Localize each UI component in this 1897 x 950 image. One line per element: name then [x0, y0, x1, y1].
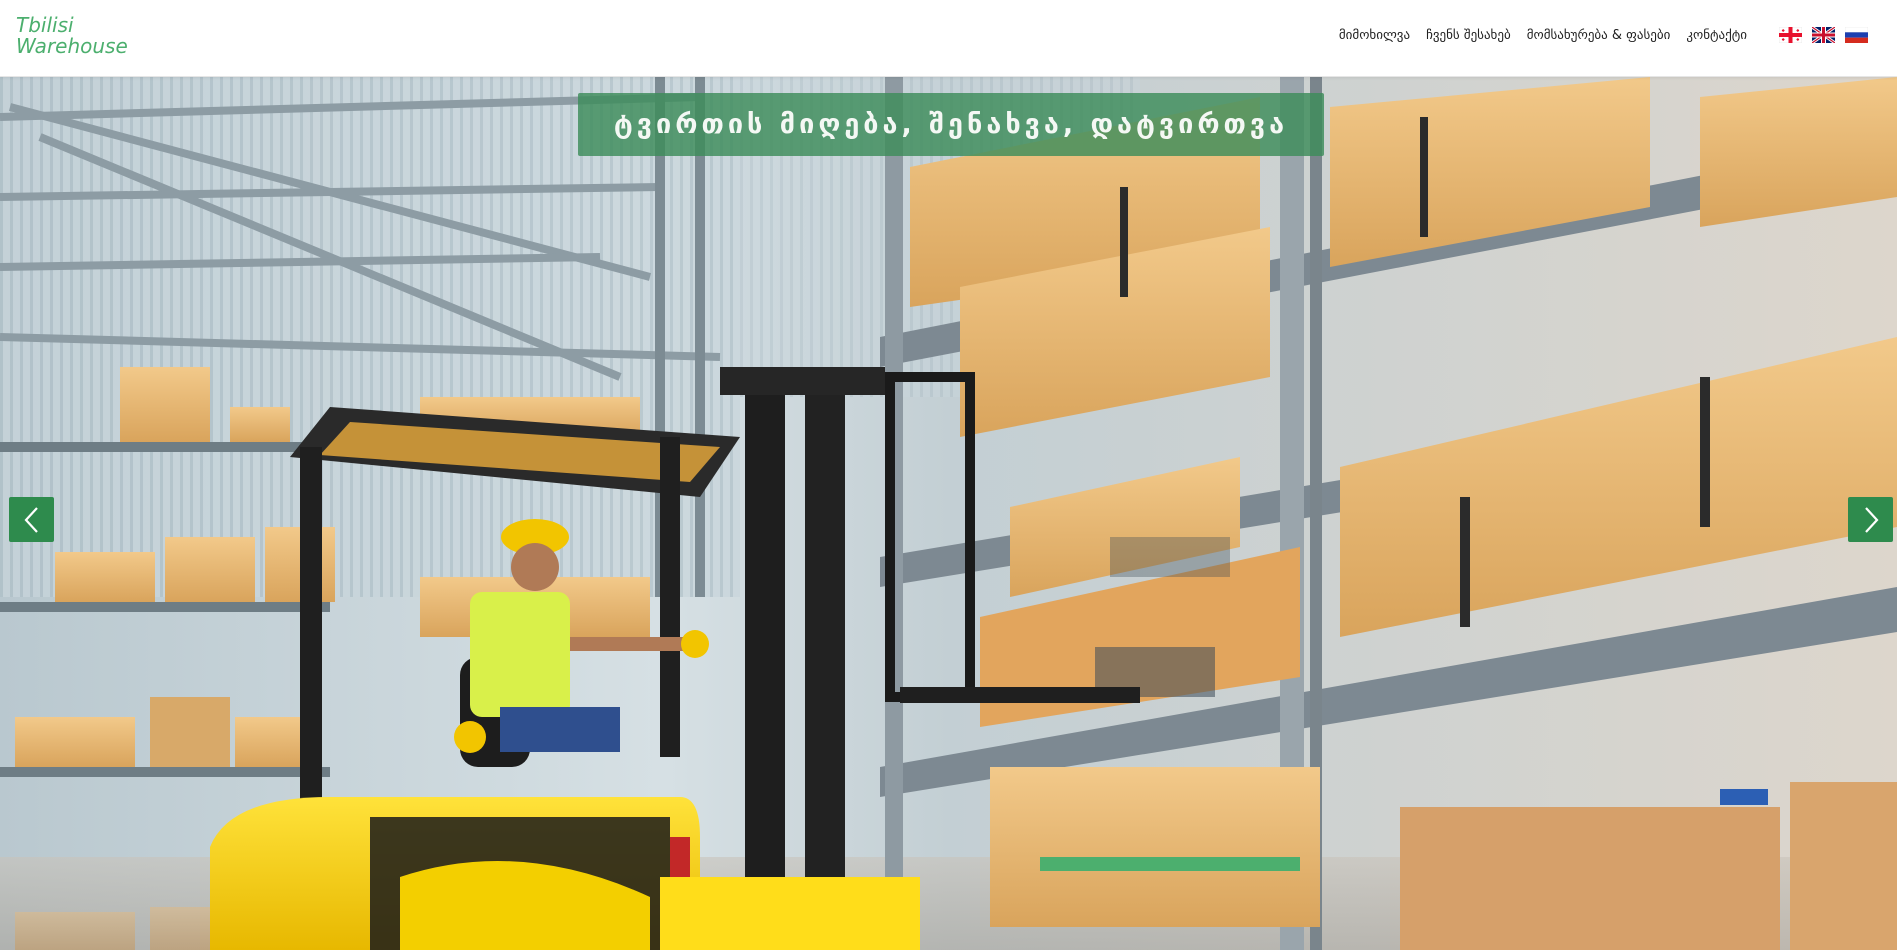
georgian-flag-icon[interactable]	[1779, 27, 1802, 43]
main-nav: მიმოხილვა ჩვენს შესახებ მომსახურება & ფა…	[1339, 28, 1747, 43]
site-logo[interactable]: Tbilisi Warehouse	[16, 15, 128, 57]
hero-slider: ტვირთის მიღება, შენახვა, დატვირთვა	[0, 77, 1897, 950]
slider-next-button[interactable]	[1848, 497, 1893, 542]
hero-caption: ტვირთის მიღება, შენახვა, დატვირთვა	[613, 109, 1289, 140]
hero-caption-box: ტვირთის მიღება, შენახვა, დატვირთვა	[578, 93, 1324, 156]
nav-item-contact[interactable]: კონტაქტი	[1686, 28, 1747, 43]
chevron-right-icon	[1864, 506, 1878, 533]
warehouse-photo	[0, 77, 1897, 950]
nav-item-services-prices[interactable]: მომსახურება & ფასები	[1527, 28, 1671, 43]
russia-flag-icon[interactable]	[1845, 27, 1868, 43]
language-switcher	[1779, 27, 1868, 43]
nav-item-overview[interactable]: მიმოხილვა	[1339, 28, 1410, 43]
slider-prev-button[interactable]	[9, 497, 54, 542]
site-header: Tbilisi Warehouse მიმოხილვა ჩვენს შესახე…	[0, 0, 1897, 77]
nav-item-about-us[interactable]: ჩვენს შესახებ	[1426, 28, 1511, 43]
uk-flag-icon[interactable]	[1812, 27, 1835, 43]
logo-line-1: Tbilisi	[16, 13, 74, 37]
chevron-left-icon	[24, 506, 38, 533]
logo-line-2: Warehouse	[16, 34, 128, 58]
